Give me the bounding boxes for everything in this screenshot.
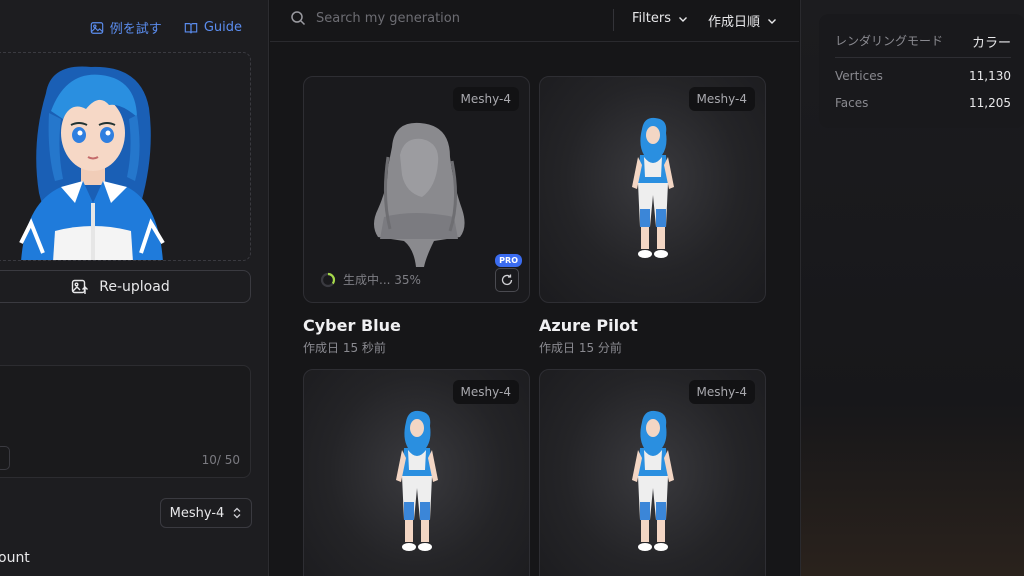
count-label: ount xyxy=(0,550,30,566)
faces-value: 11,205 xyxy=(969,96,1011,110)
filters-label: Filters xyxy=(632,11,671,26)
image-icon xyxy=(90,21,104,34)
model-version-badge: Meshy-4 xyxy=(688,380,755,404)
progress-ring-icon xyxy=(320,272,336,287)
model-preview-character xyxy=(632,117,674,258)
model-version-badge: Meshy-4 xyxy=(452,87,519,111)
stats-divider xyxy=(835,57,1011,58)
model-preview-character xyxy=(632,410,674,551)
generation-gallery: Filters 作成日順 Meshy-4 生成中... 35% PRO Cybe… xyxy=(270,0,799,576)
vertices-value: 11,130 xyxy=(969,69,1011,83)
image-upload-area[interactable] xyxy=(0,52,251,261)
reupload-button[interactable]: Re-upload xyxy=(0,270,251,303)
vertices-label: Vertices xyxy=(835,69,883,83)
model-preview-character xyxy=(396,410,438,551)
generation-progress: 生成中... 35% xyxy=(320,271,421,288)
preview-area: レンダリングモード カラー Vertices 11,130 Faces 11,2… xyxy=(800,0,1024,576)
sort-label: 作成日順 xyxy=(708,15,761,30)
chevron-down-icon xyxy=(678,16,687,22)
model-version-badge: Meshy-4 xyxy=(688,87,755,111)
top-links: 例を試す Guide xyxy=(90,18,242,37)
generation-card[interactable]: Meshy-4 生成中... 35% PRO xyxy=(303,76,530,303)
search-icon xyxy=(291,11,306,26)
filters-dropdown[interactable]: Filters xyxy=(632,11,689,26)
image-upload-icon xyxy=(72,279,89,294)
sort-dropdown[interactable]: 作成日順 xyxy=(708,11,778,30)
try-example-label: 例を試す xyxy=(109,22,162,37)
gallery-toolbar: Filters 作成日順 xyxy=(270,0,799,42)
faces-label: Faces xyxy=(835,96,869,110)
generation-card[interactable]: Meshy-4 xyxy=(539,76,766,303)
toolbar-divider xyxy=(613,9,614,31)
reupload-label: Re-upload xyxy=(99,278,170,295)
search-bar xyxy=(290,10,576,26)
uploaded-anime-character-image xyxy=(19,66,165,260)
book-icon xyxy=(184,22,198,33)
search-input[interactable] xyxy=(316,10,576,26)
vertices-row: Vertices 11,130 xyxy=(835,69,1011,83)
generation-card[interactable]: Meshy-4 xyxy=(303,369,530,576)
guide-label: Guide xyxy=(203,20,242,35)
render-mode-label: レンダリングモード xyxy=(835,34,944,48)
render-mode-row[interactable]: レンダリングモード カラー xyxy=(835,32,1011,51)
refresh-icon xyxy=(501,274,513,286)
model-select[interactable]: Meshy-4 xyxy=(160,498,252,528)
model-version-badge: Meshy-4 xyxy=(452,380,519,404)
try-example-link[interactable]: 例を試す xyxy=(90,18,162,37)
render-mode-value: カラー xyxy=(971,36,1011,51)
chevron-down-icon xyxy=(768,18,777,24)
card-date: 作成日 15 秒前 xyxy=(303,341,386,355)
card-title: Azure Pilot xyxy=(539,316,638,335)
guide-link[interactable]: Guide xyxy=(184,18,242,37)
prompt-chip[interactable] xyxy=(0,446,10,470)
model-preview-untextured xyxy=(374,122,465,267)
card-title: Cyber Blue xyxy=(303,316,401,335)
pro-badge: PRO xyxy=(495,254,522,267)
model-stats-panel: レンダリングモード カラー Vertices 11,130 Faces 11,2… xyxy=(819,14,1024,128)
left-panel: 例を試す Guide Re-upload 10/ 50 Meshy-4 ount xyxy=(0,0,269,576)
regenerate-button[interactable]: PRO xyxy=(495,254,522,292)
progress-text: 生成中... 35% xyxy=(343,273,421,287)
faces-row: Faces 11,205 xyxy=(835,96,1011,110)
model-select-value: Meshy-4 xyxy=(169,505,225,521)
prompt-character-counter: 10/ 50 xyxy=(201,453,240,467)
generation-card[interactable]: Meshy-4 xyxy=(539,369,766,576)
card-date: 作成日 15 分前 xyxy=(539,341,622,355)
chevron-up-down-icon xyxy=(233,507,241,519)
